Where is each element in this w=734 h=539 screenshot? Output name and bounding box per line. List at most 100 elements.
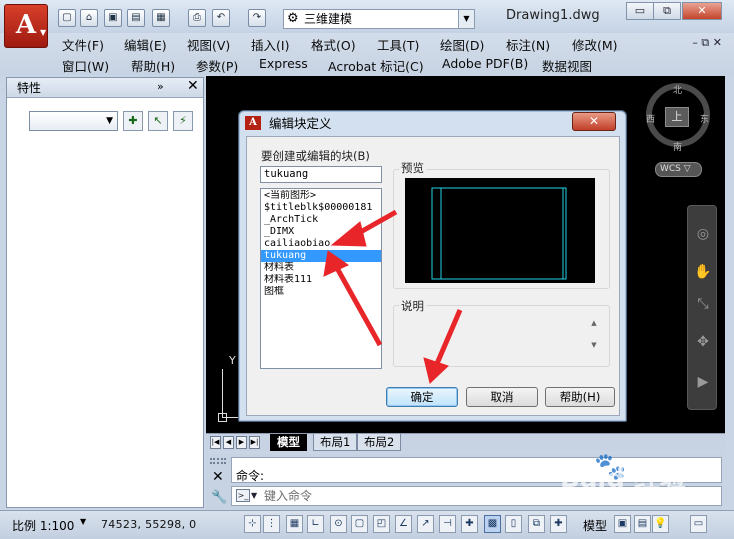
print-icon[interactable]: ⎙ bbox=[188, 9, 206, 27]
close-icon[interactable]: ✕ bbox=[187, 78, 199, 94]
menu-dimension[interactable]: 标注(N) bbox=[506, 35, 550, 54]
list-item-selected[interactable]: tukuang bbox=[261, 250, 381, 262]
chevron-down-icon[interactable]: ▼ bbox=[40, 28, 50, 38]
prev-tab-icon[interactable]: ◀ bbox=[223, 436, 234, 449]
tab-layout2[interactable]: 布局2 bbox=[357, 434, 402, 451]
chevron-down-icon[interactable]: ▼ bbox=[251, 487, 257, 505]
ok-button[interactable]: 确定 bbox=[386, 387, 458, 407]
quick-select-icon[interactable]: ⚡ bbox=[173, 111, 193, 131]
list-item[interactable]: 材料表 bbox=[261, 262, 381, 274]
menu-modify[interactable]: 修改(M) bbox=[572, 35, 618, 54]
list-item[interactable]: _DIMX bbox=[261, 226, 381, 238]
coordinates-readout[interactable]: 74523, 55298, 0 bbox=[101, 518, 196, 531]
lightbulb-icon[interactable]: 💡 bbox=[652, 515, 669, 533]
drag-handle[interactable] bbox=[210, 458, 226, 464]
menu-view[interactable]: 视图(V) bbox=[187, 35, 230, 54]
quick-view-layouts-icon[interactable]: ▣ bbox=[614, 515, 631, 533]
steering-wheel-icon[interactable]: ◎ bbox=[693, 224, 713, 244]
close-icon[interactable]: ✕ bbox=[212, 469, 224, 485]
snap-mode-icon[interactable]: ⋮ bbox=[263, 515, 280, 533]
3d-object-snap-icon[interactable]: ◰ bbox=[373, 515, 390, 533]
menu-insert[interactable]: 插入(I) bbox=[251, 35, 289, 54]
menu-acrobat-markup[interactable]: Acrobat 标记(C) bbox=[328, 56, 424, 75]
dialog-close-button[interactable]: ✕ bbox=[572, 112, 616, 131]
object-snap-tracking-icon[interactable]: ∠ bbox=[395, 515, 412, 533]
quick-view-drawings-icon[interactable]: ▤ bbox=[634, 515, 651, 533]
last-tab-icon[interactable]: ▶| bbox=[249, 436, 260, 449]
auto-hide-icon[interactable]: » bbox=[157, 80, 164, 93]
first-tab-icon[interactable]: |◀ bbox=[210, 436, 221, 449]
block-name-input[interactable]: tukuang bbox=[260, 166, 382, 183]
menu-tools[interactable]: 工具(T) bbox=[377, 35, 419, 54]
menu-help[interactable]: 帮助(H) bbox=[131, 56, 175, 75]
tab-layout1[interactable]: 布局1 bbox=[313, 434, 358, 451]
selection-cycling-icon[interactable]: ⧉ bbox=[528, 515, 545, 533]
infer-constraints-icon[interactable]: ⊹ bbox=[244, 515, 261, 533]
menu-file[interactable]: 文件(F) bbox=[62, 35, 104, 54]
next-tab-icon[interactable]: ▶ bbox=[236, 436, 247, 449]
menu-express[interactable]: Express bbox=[259, 56, 308, 71]
workspace-selector[interactable]: ⚙ 三维建模 ▼ bbox=[283, 9, 475, 29]
object-snap-icon[interactable]: ▢ bbox=[351, 515, 368, 533]
menu-window[interactable]: 窗口(W) bbox=[62, 56, 109, 75]
annotation-scale[interactable]: 比例 1:100 bbox=[12, 517, 74, 534]
grid-display-icon[interactable]: ▦ bbox=[286, 515, 303, 533]
orbit-icon[interactable]: ✥ bbox=[693, 332, 713, 352]
redo-icon[interactable]: ↷ bbox=[248, 9, 266, 27]
block-list[interactable]: <当前图形> $titleblk$00000181 _ArchTick _DIM… bbox=[260, 188, 382, 369]
dynamic-input-icon[interactable]: ⊣ bbox=[439, 515, 456, 533]
save-as-icon[interactable]: ▤ bbox=[127, 9, 145, 27]
transparency-icon[interactable]: ▩ bbox=[484, 515, 501, 533]
polar-tracking-icon[interactable]: ⊙ bbox=[330, 515, 347, 533]
undo-icon[interactable]: ↶ bbox=[212, 9, 230, 27]
list-item[interactable]: 图框 bbox=[261, 286, 381, 298]
viewcube-top-face[interactable]: 上 bbox=[665, 107, 689, 127]
cancel-button[interactable]: 取消 bbox=[466, 387, 538, 407]
list-item[interactable]: _ArchTick bbox=[261, 214, 381, 226]
close-button[interactable]: ✕ bbox=[682, 2, 722, 20]
menu-draw[interactable]: 绘图(D) bbox=[440, 35, 484, 54]
menu-adobe-pdf[interactable]: Adobe PDF(B) bbox=[442, 56, 528, 71]
pan-hand-icon[interactable]: ✋ bbox=[693, 262, 713, 282]
help-button[interactable]: 帮助(H) bbox=[545, 387, 615, 407]
chevron-down-icon[interactable]: ▼ bbox=[458, 10, 474, 28]
new-file-icon[interactable]: ▢ bbox=[58, 9, 76, 27]
open-folder-icon[interactable]: ⌂ bbox=[80, 9, 98, 27]
menu-edit[interactable]: 编辑(E) bbox=[124, 35, 167, 54]
restore-button[interactable]: ⧉ bbox=[653, 2, 681, 20]
quick-properties-icon[interactable]: ▯ bbox=[505, 515, 522, 533]
object-type-select[interactable]: ▼ bbox=[29, 111, 118, 131]
minimize-button[interactable]: ▭ bbox=[626, 2, 654, 20]
publish-icon[interactable]: ▦ bbox=[152, 9, 170, 27]
dynamic-ucs-icon[interactable]: ↗ bbox=[417, 515, 434, 533]
model-space-toggle[interactable]: 模型 bbox=[583, 517, 607, 534]
chevron-down-icon[interactable]: ▼ bbox=[80, 517, 86, 526]
description-scrollbar[interactable]: ▲ ▼ bbox=[587, 318, 601, 362]
tab-model[interactable]: 模型 bbox=[270, 434, 307, 451]
list-item[interactable]: <当前图形> bbox=[261, 190, 381, 202]
menu-format[interactable]: 格式(O) bbox=[311, 35, 356, 54]
ortho-mode-icon[interactable]: ∟ bbox=[307, 515, 324, 533]
zoom-icon[interactable]: ⤡ bbox=[693, 294, 713, 314]
toggle-pickadd-icon[interactable]: ✚ bbox=[123, 111, 143, 131]
command-prompt-icon[interactable]: >_ bbox=[236, 489, 250, 502]
wcs-menu[interactable]: WCS ▽ bbox=[655, 162, 702, 177]
list-item[interactable]: 材料表111 bbox=[261, 274, 381, 286]
list-item[interactable]: $titleblk$00000181 bbox=[261, 202, 381, 214]
viewcube-south[interactable]: 南 bbox=[673, 140, 682, 153]
wrench-icon[interactable]: 🔧 bbox=[211, 490, 227, 505]
annotation-monitor-icon[interactable]: ✚ bbox=[550, 515, 567, 533]
menu-data-view[interactable]: 数据视图 bbox=[542, 56, 592, 75]
viewcube-west[interactable]: 西 bbox=[646, 112, 655, 125]
menu-parameters[interactable]: 参数(P) bbox=[196, 56, 238, 75]
viewcube-east[interactable]: 东 bbox=[700, 112, 709, 125]
list-item[interactable]: cailiaobiao bbox=[261, 238, 381, 250]
save-icon[interactable]: ▣ bbox=[104, 9, 122, 27]
viewcube-north[interactable]: 北 bbox=[673, 83, 682, 96]
lineweight-icon[interactable]: ✚ bbox=[461, 515, 478, 533]
showmotion-icon[interactable]: ▶ bbox=[693, 372, 713, 392]
mdi-window-controls[interactable]: – ⧉ ✕ bbox=[692, 36, 722, 50]
select-objects-icon[interactable]: ↖ bbox=[148, 111, 168, 131]
clean-screen-icon[interactable]: ▭ bbox=[690, 515, 707, 533]
application-menu-button[interactable]: A bbox=[4, 4, 48, 48]
